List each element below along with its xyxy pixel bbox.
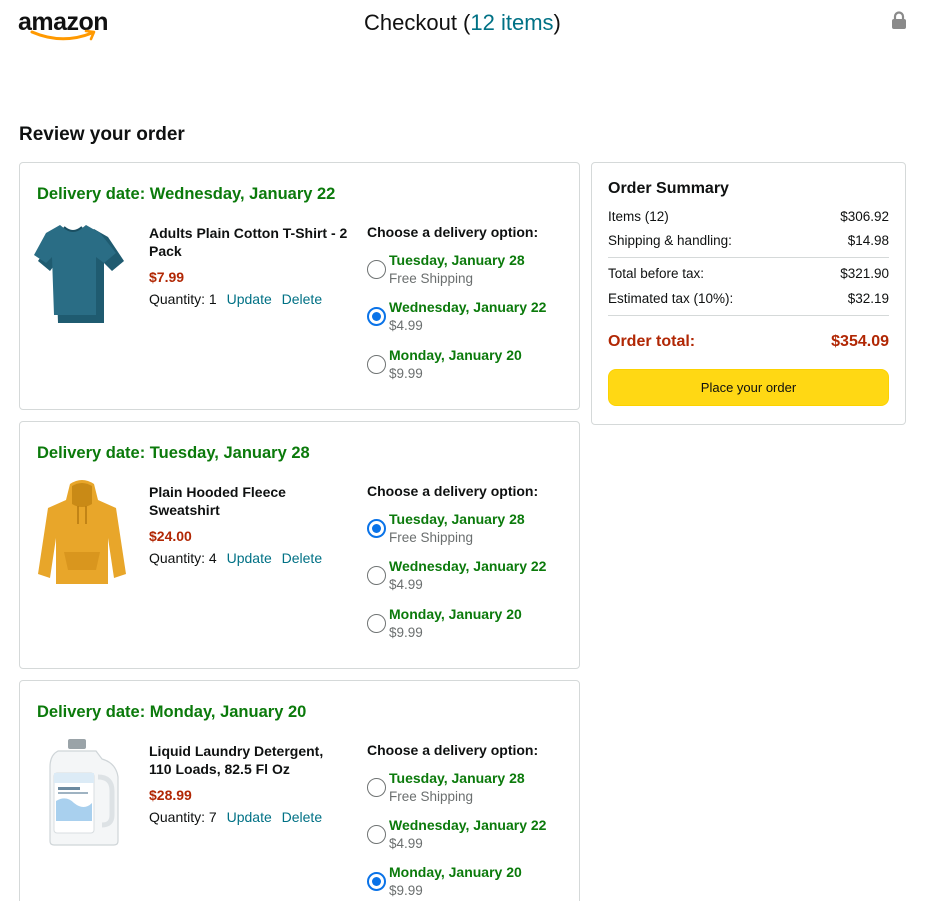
tshirt-image[interactable] — [34, 219, 130, 331]
option-cost: Free Shipping — [389, 789, 474, 804]
hoodie-image[interactable] — [34, 478, 130, 590]
option-cost: $4.99 — [389, 318, 423, 333]
order-total-row: Order total: $354.09 — [608, 333, 889, 351]
delivery-option[interactable]: Tuesday, January 28 Free Shipping — [367, 252, 567, 292]
option-date: Monday, January 20 — [389, 606, 522, 622]
delivery-option-heading: Choose a delivery option: — [367, 483, 539, 499]
delete-link[interactable]: Delete — [282, 550, 322, 566]
order-card: Delivery date: Tuesday, January 28 Plain… — [19, 421, 580, 669]
summary-before-tax-row: Total before tax: $321.90 — [608, 266, 889, 281]
checkout-header: amazon Checkout (12 items) — [0, 0, 928, 48]
checkout-title-suffix: ) — [553, 10, 561, 35]
delivery-option-radio[interactable] — [367, 614, 386, 633]
option-date: Monday, January 20 — [389, 864, 522, 880]
order-total-label: Order total: — [608, 333, 696, 350]
checkout-title: Checkout (12 items) — [364, 9, 561, 37]
quantity-label: Quantity: 1 — [149, 291, 217, 307]
review-heading: Review your order — [19, 124, 185, 145]
delivery-option-heading: Choose a delivery option: — [367, 224, 539, 240]
summary-tax-label: Estimated tax (10%): — [608, 291, 734, 306]
summary-divider — [608, 315, 889, 316]
option-date: Tuesday, January 28 — [389, 252, 525, 268]
checkout-title-prefix: Checkout ( — [364, 10, 471, 35]
order-card: Delivery date: Monday, January 20 Liquid… — [19, 680, 580, 901]
delivery-option[interactable]: Monday, January 20 $9.99 — [367, 606, 567, 646]
place-order-button[interactable]: Place your order — [608, 369, 889, 406]
delivery-option[interactable]: Wednesday, January 22 $4.99 — [367, 817, 567, 857]
delete-link[interactable]: Delete — [282, 291, 322, 307]
product-title[interactable]: Liquid Laundry Detergent, 110 Loads, 82.… — [149, 742, 349, 778]
delivery-option-radio[interactable] — [367, 519, 386, 538]
delivery-option[interactable]: Monday, January 20 $9.99 — [367, 347, 567, 387]
product-title[interactable]: Plain Hooded Fleece Sweatshirt — [149, 483, 349, 519]
summary-items-label: Items (12) — [608, 209, 669, 224]
delivery-option-radio[interactable] — [367, 260, 386, 279]
option-cost: Free Shipping — [389, 271, 474, 286]
delivery-option-radio[interactable] — [367, 778, 386, 797]
product-price: $28.99 — [149, 787, 192, 803]
option-date: Tuesday, January 28 — [389, 511, 525, 527]
summary-tax-value: $32.19 — [847, 291, 889, 306]
update-link[interactable]: Update — [227, 291, 272, 307]
delivery-option-radio[interactable] — [367, 825, 386, 844]
quantity-label: Quantity: 7 — [149, 809, 217, 825]
option-date: Wednesday, January 22 — [389, 817, 547, 833]
option-date: Wednesday, January 22 — [389, 299, 547, 315]
delivery-option-heading: Choose a delivery option: — [367, 742, 539, 758]
delivery-option[interactable]: Wednesday, January 22 $4.99 — [367, 299, 567, 339]
option-cost: $9.99 — [389, 883, 423, 898]
option-cost: $4.99 — [389, 836, 423, 851]
update-link[interactable]: Update — [227, 550, 272, 566]
quantity-row: Quantity: 4 Update Delete — [149, 550, 322, 566]
delivery-option[interactable]: Tuesday, January 28 Free Shipping — [367, 770, 567, 810]
summary-shipping-value: $14.98 — [847, 233, 889, 248]
lock-icon — [892, 11, 906, 29]
order-summary: Order Summary Items (12) $306.92 Shippin… — [591, 162, 906, 425]
option-cost: $4.99 — [389, 577, 423, 592]
product-price: $24.00 — [149, 528, 192, 544]
items-count-link[interactable]: 12 items — [470, 10, 553, 35]
product-title[interactable]: Adults Plain Cotton T-Shirt - 2 Pack — [149, 224, 349, 260]
smile-arrow-icon — [30, 29, 96, 41]
option-date: Tuesday, January 28 — [389, 770, 525, 786]
delete-link[interactable]: Delete — [282, 809, 322, 825]
delivery-date: Delivery date: Monday, January 20 — [37, 703, 307, 721]
product-price: $7.99 — [149, 269, 185, 285]
delivery-option-radio[interactable] — [367, 566, 386, 585]
option-date: Monday, January 20 — [389, 347, 522, 363]
summary-before-tax-label: Total before tax: — [608, 266, 705, 281]
summary-shipping-row: Shipping & handling: $14.98 — [608, 233, 889, 248]
option-date: Wednesday, January 22 — [389, 558, 547, 574]
delivery-option[interactable]: Wednesday, January 22 $4.99 — [367, 558, 567, 598]
quantity-row: Quantity: 1 Update Delete — [149, 291, 322, 307]
summary-tax-row: Estimated tax (10%): $32.19 — [608, 291, 889, 306]
detergent-image[interactable] — [34, 737, 130, 849]
delivery-date: Delivery date: Tuesday, January 28 — [37, 444, 310, 462]
amazon-logo[interactable]: amazon — [18, 8, 112, 44]
delivery-date: Delivery date: Wednesday, January 22 — [37, 185, 336, 203]
delivery-option[interactable]: Monday, January 20 $9.99 — [367, 864, 567, 901]
delivery-option[interactable]: Tuesday, January 28 Free Shipping — [367, 511, 567, 551]
delivery-option-radio[interactable] — [367, 355, 386, 374]
quantity-label: Quantity: 4 — [149, 550, 217, 566]
option-cost: $9.99 — [389, 366, 423, 381]
order-total-value: $354.09 — [831, 333, 889, 350]
order-card: Delivery date: Wednesday, January 22 Adu… — [19, 162, 580, 410]
summary-before-tax-value: $321.90 — [840, 266, 889, 281]
delivery-option-radio[interactable] — [367, 872, 386, 891]
summary-divider — [608, 257, 889, 258]
option-cost: Free Shipping — [389, 530, 474, 545]
summary-shipping-label: Shipping & handling: — [608, 233, 732, 248]
summary-title: Order Summary — [608, 180, 729, 197]
delivery-option-radio[interactable] — [367, 307, 386, 326]
option-cost: $9.99 — [389, 625, 423, 640]
quantity-row: Quantity: 7 Update Delete — [149, 809, 322, 825]
update-link[interactable]: Update — [227, 809, 272, 825]
summary-items-row: Items (12) $306.92 — [608, 209, 889, 224]
summary-items-value: $306.92 — [840, 209, 889, 224]
